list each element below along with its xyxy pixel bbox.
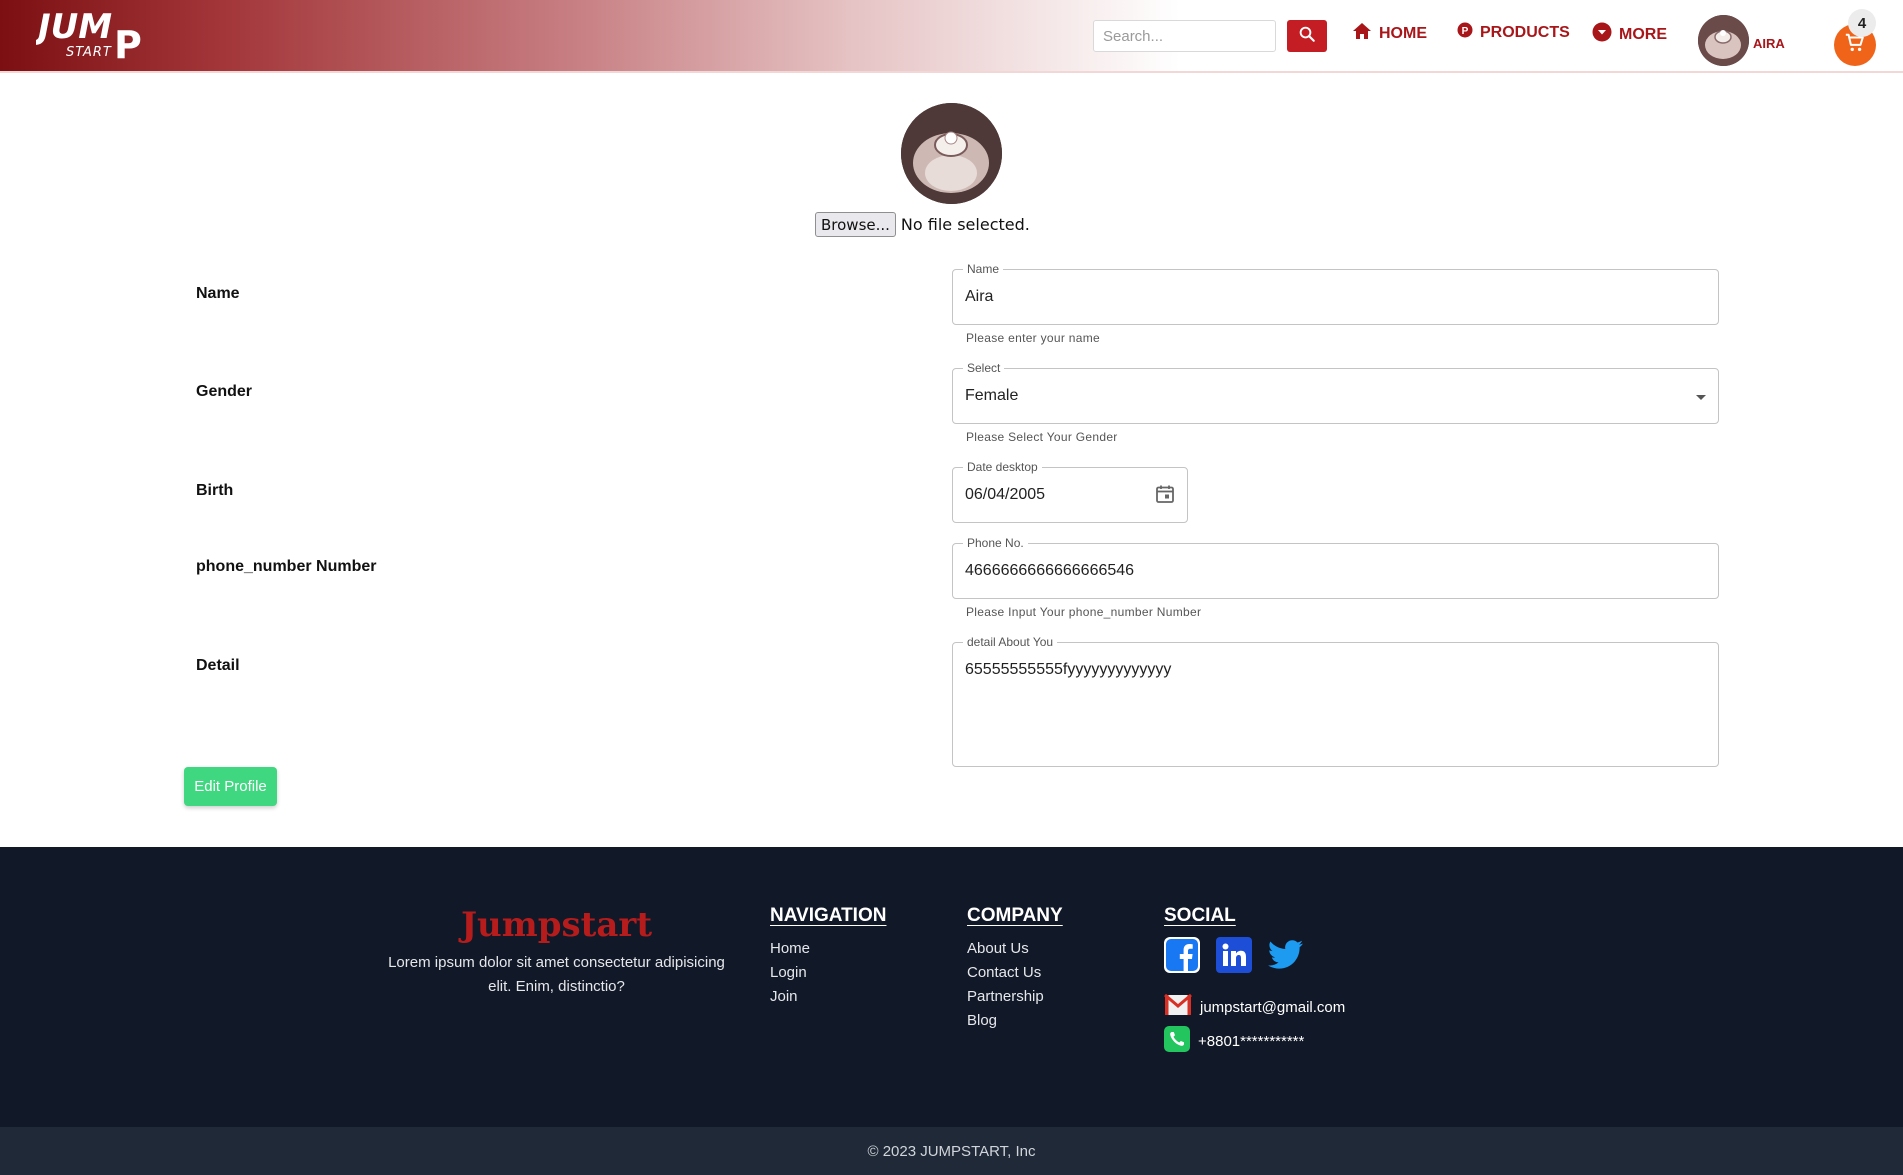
footer-email-row: jumpstart@gmail.com xyxy=(1164,993,1345,1020)
cart-count-badge: 4 xyxy=(1848,9,1876,37)
footer-company-title: COMPANY xyxy=(967,905,1063,926)
footer-brand-name: Jumpstart xyxy=(460,905,653,945)
footer-social: SOCIAL jumpstart@gmail.com +8801********… xyxy=(1164,905,1345,1056)
linkedin-icon[interactable] xyxy=(1216,937,1252,978)
browse-button[interactable]: Browse... xyxy=(815,212,896,237)
svg-text:P: P xyxy=(114,23,142,64)
search-input[interactable] xyxy=(1093,20,1276,52)
phone-field[interactable]: Phone No. 4666666666666666546 xyxy=(952,536,1719,599)
twitter-icon[interactable] xyxy=(1268,940,1304,975)
nav-home-label: HOME xyxy=(1379,24,1427,42)
footer-link-partnership[interactable]: Partnership xyxy=(967,985,1063,1009)
social-icons xyxy=(1164,937,1345,978)
phone-label: phone_number Number xyxy=(196,558,377,575)
gender-helper-text: Please Select Your Gender xyxy=(966,430,1118,444)
copyright-bar: © 2023 JUMPSTART, Inc xyxy=(0,1127,1903,1175)
detail-textarea[interactable]: detail About You 65555555555fyyyyyyyyyyy… xyxy=(952,635,1719,767)
footer-company: COMPANY About Us Contact Us Partnership … xyxy=(967,905,1063,1033)
svg-text:START: START xyxy=(66,45,112,60)
name-helper-text: Please enter your name xyxy=(966,331,1101,345)
birth-date-value[interactable]: 06/04/2005 xyxy=(965,486,1045,504)
file-status: No file selected. xyxy=(900,215,1030,234)
detail-textarea-value[interactable]: 65555555555fyyyyyyyyyyyyy xyxy=(965,661,1171,679)
page: JUM P START HOME P PRODUCTS xyxy=(0,0,1903,1175)
phone-field-value[interactable]: 4666666666666666546 xyxy=(965,562,1134,580)
name-field-value[interactable]: Aira xyxy=(965,288,993,306)
name-field[interactable]: Name Aira xyxy=(952,262,1719,325)
footer: Jumpstart Lorem ipsum dolor sit amet con… xyxy=(0,847,1903,1127)
gender-select-value[interactable]: Female xyxy=(965,387,1018,405)
name-label: Name xyxy=(196,285,240,302)
search-bar xyxy=(1093,20,1327,52)
user-name[interactable]: AIRA xyxy=(1753,36,1785,51)
top-navbar: JUM P START HOME P PRODUCTS xyxy=(0,0,1903,73)
detail-label: Detail xyxy=(196,657,240,674)
dropdown-arrow-icon[interactable] xyxy=(1696,395,1706,400)
nav-home[interactable]: HOME xyxy=(1352,22,1427,45)
file-picker: Browse... No file selected. xyxy=(815,212,1030,237)
edit-profile-button[interactable]: Edit Profile xyxy=(184,767,277,806)
svg-text:JUM: JUM xyxy=(36,7,112,47)
calendar-icon[interactable] xyxy=(1155,484,1175,509)
footer-link-join[interactable]: Join xyxy=(770,985,886,1009)
detail-textarea-legend: detail About You xyxy=(963,635,1058,649)
avatar[interactable] xyxy=(1698,15,1749,66)
products-icon: P xyxy=(1457,22,1473,43)
user-menu[interactable]: AIRA xyxy=(1698,15,1785,66)
profile-picture xyxy=(901,103,1002,204)
nav-more[interactable]: MORE xyxy=(1592,22,1667,47)
birth-date-legend: Date desktop xyxy=(963,460,1042,474)
search-button[interactable] xyxy=(1287,20,1327,52)
name-field-legend: Name xyxy=(963,262,1004,276)
footer-phone-row: +8801*********** xyxy=(1164,1026,1345,1056)
footer-description: Lorem ipsum dolor sit amet consectetur a… xyxy=(388,954,725,995)
footer-link-home[interactable]: Home xyxy=(770,937,886,961)
home-icon xyxy=(1352,22,1372,45)
birth-date-field[interactable]: Date desktop 06/04/2005 xyxy=(952,460,1188,523)
birth-label: Birth xyxy=(196,482,234,499)
footer-link-blog[interactable]: Blog xyxy=(967,1009,1063,1033)
footer-link-about[interactable]: About Us xyxy=(967,937,1063,961)
search-icon xyxy=(1298,25,1316,48)
footer-navigation-title: NAVIGATION xyxy=(770,905,887,926)
footer-link-login[interactable]: Login xyxy=(770,961,886,985)
nav-more-label: MORE xyxy=(1619,25,1667,43)
footer-brand: Jumpstart Lorem ipsum dolor sit amet con… xyxy=(380,905,733,999)
footer-phone[interactable]: +8801*********** xyxy=(1198,1033,1304,1050)
phone-helper-text: Please Input Your phone_number Number xyxy=(966,605,1202,619)
chevron-down-icon xyxy=(1592,22,1612,47)
facebook-icon[interactable] xyxy=(1164,937,1200,978)
gender-label: Gender xyxy=(196,383,253,400)
footer-navigation: NAVIGATION Home Login Join xyxy=(770,905,886,1009)
phone-field-legend: Phone No. xyxy=(963,536,1028,550)
nav-products-label: PRODUCTS xyxy=(1480,23,1570,41)
footer-link-contact[interactable]: Contact Us xyxy=(967,961,1063,985)
footer-social-title: SOCIAL xyxy=(1164,905,1236,926)
gender-select[interactable]: Select Female xyxy=(952,361,1719,424)
phone-icon xyxy=(1164,1026,1190,1056)
gender-select-legend: Select xyxy=(963,361,1005,375)
svg-text:P: P xyxy=(1462,26,1469,37)
mail-icon xyxy=(1164,993,1192,1020)
footer-email[interactable]: jumpstart@gmail.com xyxy=(1200,999,1345,1016)
copyright-text: © 2023 JUMPSTART, Inc xyxy=(867,1142,1036,1160)
jumpstart-logo[interactable]: JUM P START xyxy=(32,6,156,67)
nav-products[interactable]: P PRODUCTS xyxy=(1457,22,1570,43)
